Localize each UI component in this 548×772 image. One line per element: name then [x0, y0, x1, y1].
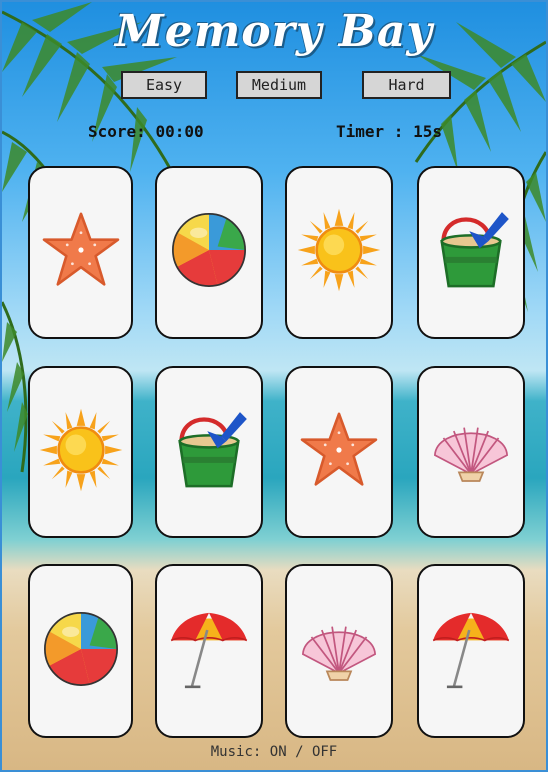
- music-off-button[interactable]: OFF: [312, 744, 337, 760]
- memory-card[interactable]: [28, 366, 133, 538]
- beach-umbrella-icon: [428, 606, 514, 697]
- game-frame: Memory Bay Easy Medium Hard Score: 00:00…: [0, 0, 548, 772]
- seashell-icon: [296, 606, 382, 697]
- score-value: 00:00: [155, 122, 204, 141]
- hard-button[interactable]: Hard: [362, 71, 451, 99]
- memory-card[interactable]: [285, 166, 393, 339]
- sand-bucket-icon: [428, 207, 514, 298]
- memory-card[interactable]: [155, 366, 263, 538]
- memory-card[interactable]: [417, 564, 525, 738]
- music-on-button[interactable]: ON: [270, 744, 287, 760]
- sand-bucket-icon: [166, 407, 252, 498]
- sun-icon: [38, 407, 124, 498]
- memory-card[interactable]: [417, 366, 525, 538]
- sun-icon: [296, 207, 382, 298]
- timer-value: 15s: [413, 122, 442, 141]
- music-toggle: Music: ON / OFF: [2, 744, 546, 760]
- memory-card[interactable]: [285, 564, 393, 738]
- game-title: Memory Bay: [115, 6, 433, 57]
- timer-display: Timer : 15s: [336, 122, 442, 141]
- timer-label: Timer :: [336, 122, 404, 141]
- beach-umbrella-icon: [166, 606, 252, 697]
- memory-card[interactable]: [285, 366, 393, 538]
- music-label: Music:: [210, 744, 262, 760]
- beach-ball-icon: [166, 207, 252, 298]
- score-label: Score:: [88, 122, 146, 141]
- memory-card[interactable]: [155, 166, 263, 339]
- music-separator: /: [295, 744, 304, 760]
- memory-card[interactable]: [417, 166, 525, 339]
- score-display: Score: 00:00: [88, 122, 204, 141]
- memory-card[interactable]: [28, 564, 133, 738]
- starfish-icon: [38, 207, 124, 298]
- starfish-icon: [296, 407, 382, 498]
- memory-card[interactable]: [28, 166, 133, 339]
- medium-button[interactable]: Medium: [236, 71, 322, 99]
- beach-ball-icon: [38, 606, 124, 697]
- easy-button[interactable]: Easy: [121, 71, 207, 99]
- seashell-icon: [428, 407, 514, 498]
- memory-card[interactable]: [155, 564, 263, 738]
